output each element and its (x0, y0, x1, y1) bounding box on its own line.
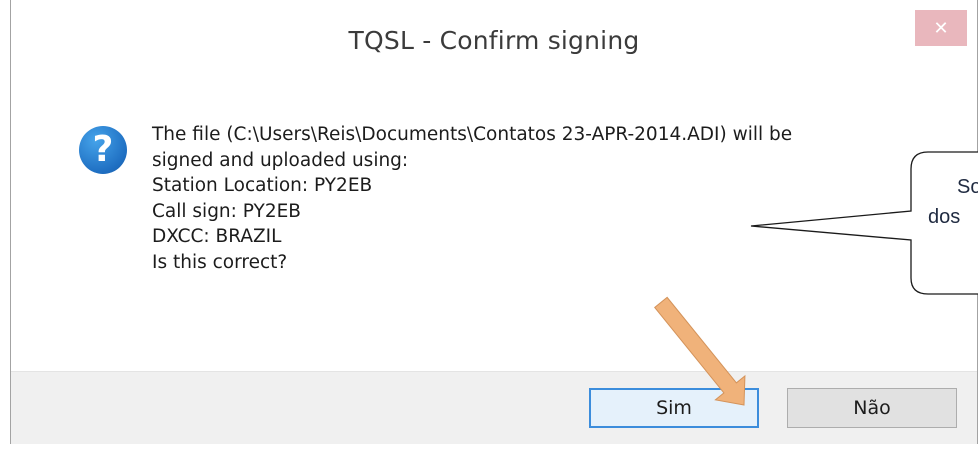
button-bar: Sim Não (11, 371, 977, 444)
question-icon: ? (79, 126, 127, 174)
message-line: Is this correct? (152, 251, 288, 273)
confirm-message: The file (C:\Users\Reis\Documents\Contat… (152, 122, 932, 275)
message-line: DXCC: BRAZIL (152, 226, 282, 247)
dialog-content: ? The file (C:\Users\Reis\Documents\Cont… (11, 86, 977, 371)
message-line: signed and uploaded using: (152, 149, 409, 171)
callout-text-line: dos (928, 206, 961, 228)
dialog-title: TQSL - Confirm signing (348, 26, 640, 55)
message-line: The file (C:\Users\Reis\Documents\Contat… (152, 124, 793, 145)
no-button[interactable]: Não (787, 388, 957, 428)
yes-button[interactable]: Sim (589, 388, 759, 428)
callout-text-line: So (957, 176, 978, 198)
close-icon: ✕ (933, 18, 949, 38)
close-button[interactable]: ✕ (915, 10, 967, 46)
message-line: Station Location: PY2EB (152, 175, 373, 196)
dialog-window: TQSL - Confirm signing ✕ ? The file (C:\… (10, 0, 978, 444)
message-line: Call sign: PY2EB (152, 200, 301, 222)
title-bar[interactable]: TQSL - Confirm signing ✕ (11, 0, 977, 86)
